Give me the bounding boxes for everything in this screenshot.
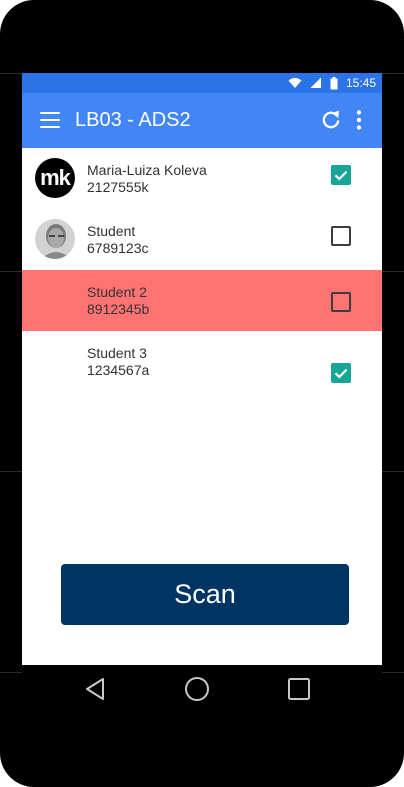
signal-icon <box>310 77 321 88</box>
check-icon <box>334 170 348 181</box>
frame-line <box>382 471 404 472</box>
frame-line <box>382 271 404 272</box>
student-name: Student 3 <box>87 345 147 361</box>
app-bar: LB03 - ADS2 <box>22 93 382 148</box>
student-row[interactable]: mk Maria-Luiza Koleva 2127555k <box>22 148 382 209</box>
frame-line <box>382 672 404 673</box>
attendance-checkbox[interactable] <box>331 226 351 246</box>
student-name: Student 2 <box>87 284 147 300</box>
student-row[interactable]: Student 3 1234567a <box>22 331 382 392</box>
frame-line <box>382 73 404 74</box>
refresh-icon[interactable] <box>319 108 343 132</box>
home-icon[interactable] <box>183 675 211 703</box>
more-vert-icon[interactable] <box>352 108 366 132</box>
back-icon[interactable] <box>83 675 111 703</box>
app-title: LB03 - ADS2 <box>75 109 191 131</box>
frame-line <box>0 672 22 673</box>
device-frame: 15:45 LB03 - ADS2 mk Maria-Luiza Koleva … <box>0 0 404 787</box>
status-bar: 15:45 <box>22 73 382 93</box>
attendance-checkbox[interactable] <box>331 363 351 383</box>
avatar <box>35 219 75 259</box>
student-id: 1234567a <box>87 362 150 378</box>
check-icon <box>334 368 348 379</box>
student-id: 8912345b <box>87 301 150 317</box>
frame-line <box>0 73 22 74</box>
app-screen: 15:45 LB03 - ADS2 mk Maria-Luiza Koleva … <box>22 73 382 665</box>
menu-icon[interactable] <box>40 111 60 129</box>
battery-icon <box>330 76 338 89</box>
recents-icon[interactable] <box>285 675 313 703</box>
avatar: mk <box>35 158 75 198</box>
student-name: Student <box>87 223 136 239</box>
student-row[interactable]: Student 6789123c <box>22 209 382 270</box>
frame-line <box>0 471 22 472</box>
student-id: 6789123c <box>87 240 149 256</box>
student-name: Maria-Luiza Koleva <box>87 162 207 178</box>
student-photo-icon <box>35 219 75 259</box>
attendance-checkbox[interactable] <box>331 165 351 185</box>
scan-button[interactable]: Scan <box>61 564 349 625</box>
student-row[interactable]: Student 2 8912345b <box>22 270 382 331</box>
navigation-bar <box>22 665 382 715</box>
wifi-icon <box>288 78 302 88</box>
status-time: 15:45 <box>345 76 376 90</box>
attendance-checkbox[interactable] <box>331 292 351 312</box>
frame-line <box>0 271 22 272</box>
student-id: 2127555k <box>87 179 149 195</box>
